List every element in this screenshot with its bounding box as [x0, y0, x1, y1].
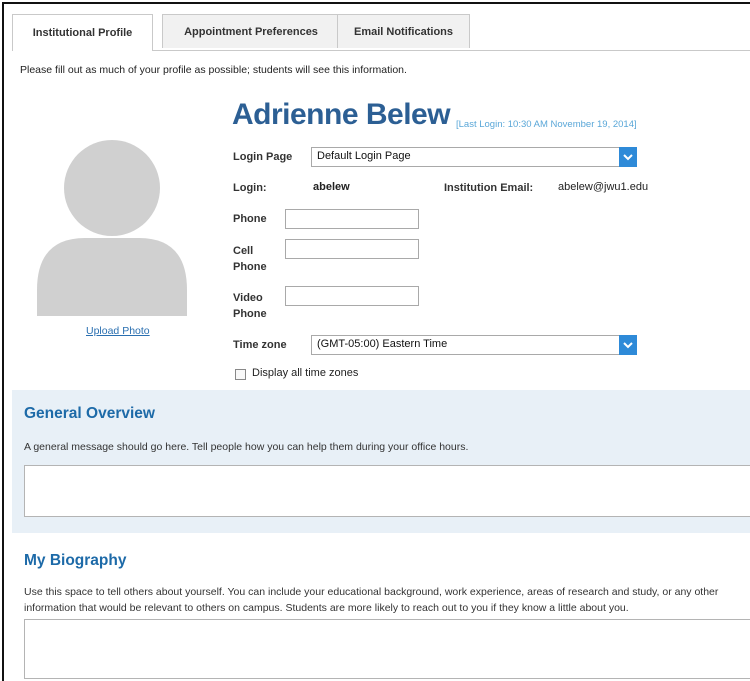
phone-label: Phone	[233, 213, 267, 225]
login-page-select[interactable]: Default Login Page	[311, 147, 637, 167]
phone-input[interactable]	[285, 209, 419, 229]
intro-text: Please fill out as much of your profile …	[20, 64, 407, 76]
time-zone-select[interactable]: (GMT-05:00) Eastern Time	[311, 335, 637, 355]
my-biography-title: My Biography	[24, 552, 127, 569]
chevron-down-icon	[619, 335, 637, 355]
institution-email-value: abelew@jwu1.edu	[558, 181, 649, 193]
last-login-text: [Last Login: 10:30 AM November 19, 2014]	[456, 119, 637, 130]
time-zone-label: Time zone	[233, 339, 287, 351]
cell-phone-label-line2: Phone	[233, 261, 267, 273]
display-all-time-zones-label: Display all time zones	[252, 367, 359, 379]
upload-photo-link[interactable]: Upload Photo	[86, 325, 150, 337]
chevron-down-icon	[619, 147, 637, 167]
login-page-label: Login Page	[233, 151, 293, 163]
login-label: Login:	[233, 182, 267, 194]
my-biography-textarea[interactable]	[24, 619, 750, 679]
login-value: abelew	[313, 181, 350, 193]
general-overview-textarea[interactable]	[24, 465, 750, 517]
profile-name: Adrienne Belew	[232, 98, 451, 131]
cell-phone-label-line1: Cell	[233, 245, 254, 257]
general-overview-title: General Overview	[24, 405, 155, 422]
general-overview-panel: General Overview A general message shoul…	[12, 390, 750, 533]
institution-email-label: Institution Email:	[444, 182, 534, 194]
tab-email-notifications[interactable]: Email Notifications	[337, 14, 470, 48]
cell-phone-input[interactable]	[285, 239, 419, 259]
time-zone-select-value: (GMT-05:00) Eastern Time	[317, 338, 448, 350]
tab-bar: Institutional Profile Appointment Prefer…	[12, 14, 750, 51]
my-biography-description: Use this space to tell others about your…	[24, 586, 719, 614]
display-all-time-zones-checkbox[interactable]	[235, 369, 246, 380]
cell-phone-label: Cell Phone	[233, 243, 267, 275]
tab-appointment-preferences[interactable]: Appointment Preferences	[162, 14, 340, 48]
video-phone-label-line1: Video	[233, 292, 263, 304]
general-overview-description: A general message should go here. Tell p…	[24, 441, 469, 453]
video-phone-label-line2: Phone	[233, 308, 267, 320]
video-phone-input[interactable]	[285, 286, 419, 306]
login-page-select-value: Default Login Page	[317, 150, 411, 162]
video-phone-label: Video Phone	[233, 290, 267, 322]
tab-institutional-profile[interactable]: Institutional Profile	[12, 14, 153, 51]
avatar-placeholder-icon	[37, 140, 187, 316]
